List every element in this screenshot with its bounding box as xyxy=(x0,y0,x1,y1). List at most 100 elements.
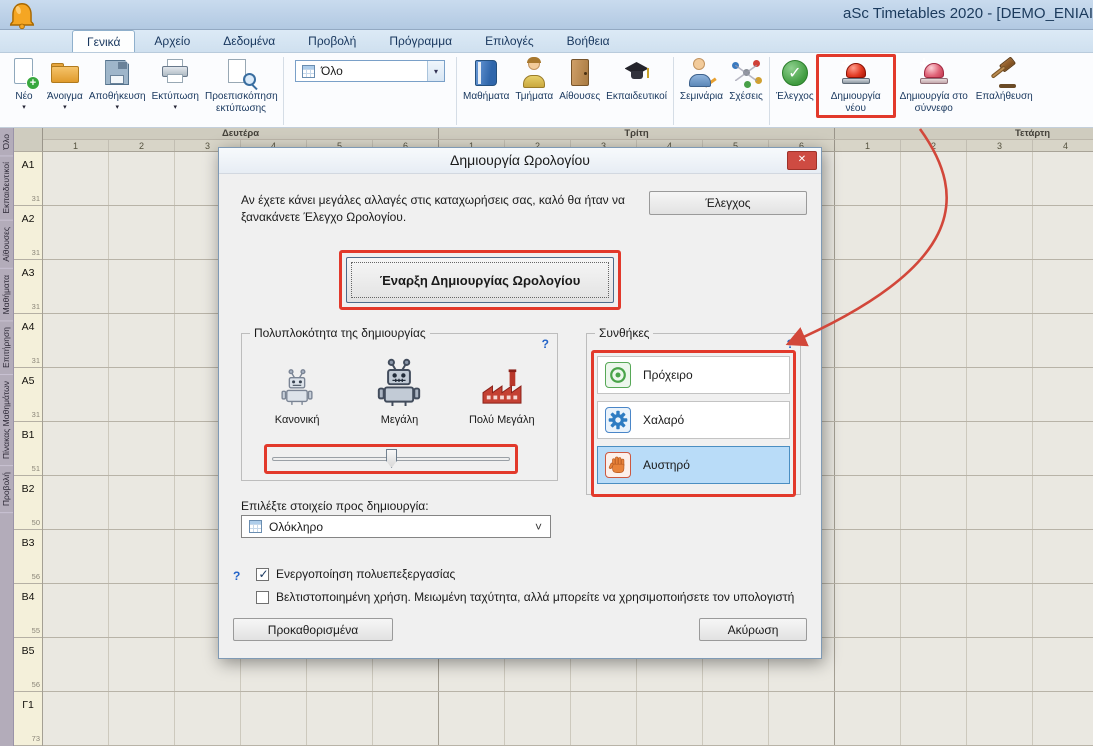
toolbar-button-label: Αίθουσες xyxy=(559,91,600,103)
period-number: 2 xyxy=(109,140,175,151)
toolbar-button-generate-new[interactable]: Δημιουργία νέου xyxy=(817,55,895,117)
optimized-usage-checkbox[interactable]: Βελτιστοποιημένη χρήση. Μειωμένη ταχύτητ… xyxy=(256,590,794,604)
condition-strict-button[interactable]: Αυστηρό xyxy=(597,446,790,484)
cancel-button[interactable]: Ακύρωση xyxy=(699,618,807,641)
toolbar-separator xyxy=(769,57,770,125)
condition-label: Πρόχειρο xyxy=(643,368,693,382)
menu-tab-bar: ΓενικάΑρχείοΔεδομέναΠροβολήΠρόγραμμαΕπιλ… xyxy=(0,30,1093,52)
row-label-Β1[interactable]: Β151 xyxy=(14,422,42,476)
siren-icon xyxy=(839,57,873,89)
view-select[interactable]: Όλο▾ xyxy=(295,60,445,82)
class-label: Α5 xyxy=(14,375,42,387)
folder-icon xyxy=(48,57,82,89)
door-icon xyxy=(563,57,597,89)
slider-thumb[interactable] xyxy=(386,449,397,468)
toolbar-button-seminars[interactable]: Σεμινάρια xyxy=(677,55,726,105)
complexity-option-label: Μεγάλη xyxy=(381,414,419,426)
day-header-Δευτέρα: Δευτέρα xyxy=(43,128,439,139)
condition-draft-button[interactable]: Πρόχειρο xyxy=(597,356,790,394)
view-tab-Επιτήρηση[interactable]: Επιτήρηση xyxy=(0,321,14,375)
titlebar: aSc Timetables 2020 - [DEMO_ENIAIO_LYKEI… xyxy=(0,0,1093,30)
view-tab-Όλο[interactable]: Όλο xyxy=(0,128,14,156)
class-label: Α1 xyxy=(14,159,42,171)
row-label-Β5[interactable]: Β556 xyxy=(14,638,42,692)
check-timetable-button[interactable]: Έλεγχος xyxy=(649,191,807,215)
view-tab-Εκπαιδευτικοί[interactable]: Εκπαιδευτικοί xyxy=(0,156,14,221)
menu-tab-Αρχείο[interactable]: Αρχείο xyxy=(140,30,204,52)
complexity-option-normal[interactable]: Κανονική xyxy=(246,350,348,426)
menu-tab-Πρόγραμμα[interactable]: Πρόγραμμα xyxy=(375,30,466,52)
complexity-help-link[interactable]: ? xyxy=(542,337,549,351)
row-label-Β2[interactable]: Β250 xyxy=(14,476,42,530)
asc-bell-logo-icon xyxy=(7,1,37,30)
menu-tab-Προβολή[interactable]: Προβολή xyxy=(294,30,370,52)
condition-relaxed-button[interactable]: Χαλαρό xyxy=(597,401,790,439)
menu-tab-Επιλογές[interactable]: Επιλογές xyxy=(471,30,548,52)
dialog-body: Αν έχετε κάνει μεγάλες αλλαγές στις κατα… xyxy=(219,174,821,660)
lesson-count: 31 xyxy=(32,410,40,419)
toolbar-button-verify[interactable]: Επαλήθευση xyxy=(973,55,1036,105)
start-generation-button[interactable]: Έναρξη Δημιουργίας Ωρολογίου xyxy=(346,257,614,303)
toolbar-button-generate-cloud[interactable]: Δημιουργία στο σύννεφο xyxy=(895,55,973,117)
class-label: Β1 xyxy=(14,429,42,441)
row-label-Β3[interactable]: Β356 xyxy=(14,530,42,584)
toolbar-button-open[interactable]: Άνοιγμα▾ xyxy=(44,55,86,112)
complexity-slider[interactable] xyxy=(268,448,514,470)
toolbar-button-label: Σχέσεις xyxy=(729,91,763,103)
complexity-option-very-high[interactable]: Πολύ Μεγάλη xyxy=(451,350,553,426)
new-document-icon xyxy=(7,57,41,89)
toolbar-button-save[interactable]: Αποθήκευση▾ xyxy=(86,55,149,112)
condition-label: Αυστηρό xyxy=(643,458,690,472)
checkbox-checked-icon[interactable] xyxy=(256,568,269,581)
view-tab-Μαθήματα[interactable]: Μαθήματα xyxy=(0,269,14,321)
toolbar-button-new[interactable]: Νέο▾ xyxy=(4,55,44,112)
toolbar-button-label: Σεμινάρια xyxy=(680,91,723,103)
toolbar-button-classrooms[interactable]: Αίθουσες xyxy=(556,55,603,105)
conditions-help-link[interactable]: ? xyxy=(787,337,794,351)
class-label: Α4 xyxy=(14,321,42,333)
book-icon xyxy=(469,57,503,89)
factory-icon xyxy=(481,350,523,406)
toolbar-button-print[interactable]: Εκτύπωση▾ xyxy=(149,55,202,112)
lesson-count: 31 xyxy=(32,356,40,365)
menu-tab-Βοήθεια[interactable]: Βοήθεια xyxy=(553,30,624,52)
menu-tab-Γενικά[interactable]: Γενικά xyxy=(72,30,135,52)
row-label-Β4[interactable]: Β455 xyxy=(14,584,42,638)
conditions-list: Πρόχειρο xyxy=(597,356,790,491)
complexity-group-label: Πολυπλοκότητα της δημιουργίας xyxy=(250,326,430,340)
checkbox-unchecked-icon[interactable] xyxy=(256,591,269,604)
toolbar-button-subjects[interactable]: Μαθήματα xyxy=(460,55,512,105)
period-number: 3 xyxy=(967,140,1033,151)
toolbar-button-check[interactable]: Έλεγχος xyxy=(773,55,817,105)
gear-icon xyxy=(605,407,631,433)
view-tab-Προβολή[interactable]: Προβολή xyxy=(0,466,14,513)
seminar-icon xyxy=(684,57,718,89)
class-label: Β2 xyxy=(14,483,42,495)
row-label-Α1[interactable]: Α131 xyxy=(14,152,42,206)
row-label-Γ1[interactable]: Γ173 xyxy=(14,692,42,746)
check-seal-icon xyxy=(778,57,812,89)
toolbar-button-relations[interactable]: Σχέσεις xyxy=(726,55,766,105)
defaults-button[interactable]: Προκαθορισμένα xyxy=(233,618,393,641)
menu-tab-Δεδομένα[interactable]: Δεδομένα xyxy=(209,30,289,52)
condition-label: Χαλαρό xyxy=(643,413,684,427)
row-label-Α5[interactable]: Α5 31 xyxy=(14,368,42,422)
toolbar-button-teachers[interactable]: Εκπαιδευτικοί xyxy=(603,55,670,105)
row-label-Α2[interactable]: Α231 xyxy=(14,206,42,260)
period-number: 1 xyxy=(835,140,901,151)
close-button[interactable]: ✕ xyxy=(787,151,817,170)
view-tab-Πίνακας-Μαθημάτων[interactable]: Πίνακας Μαθημάτων xyxy=(0,375,14,466)
row-label-Α4[interactable]: Α4 31 xyxy=(14,314,42,368)
view-tab-Αίθουσες[interactable]: Αίθουσες xyxy=(0,221,14,269)
complexity-group: Πολυπλοκότητα της δημιουργίας ? xyxy=(241,333,558,481)
toolbar-button-label: Δημιουργία νέου xyxy=(820,91,892,115)
row-label-Α3[interactable]: Α331 xyxy=(14,260,42,314)
multiprocessing-help-link[interactable]: ? xyxy=(233,569,240,583)
class-label: Β4 xyxy=(14,591,42,603)
generate-target-select[interactable]: Ολόκληρο ˅ xyxy=(241,515,551,538)
complexity-option-high[interactable]: Μεγάλη xyxy=(348,350,450,426)
toolbar-button-print-preview[interactable]: Προεπισκόπηση εκτύπωσης xyxy=(202,55,280,117)
toolbar-button-label: Επαλήθευση xyxy=(976,91,1033,103)
toolbar-button-classes[interactable]: Τμήματα xyxy=(512,55,556,105)
multiprocessing-checkbox[interactable]: Ενεργοποίηση πολυεπεξεργασίας xyxy=(256,567,455,581)
